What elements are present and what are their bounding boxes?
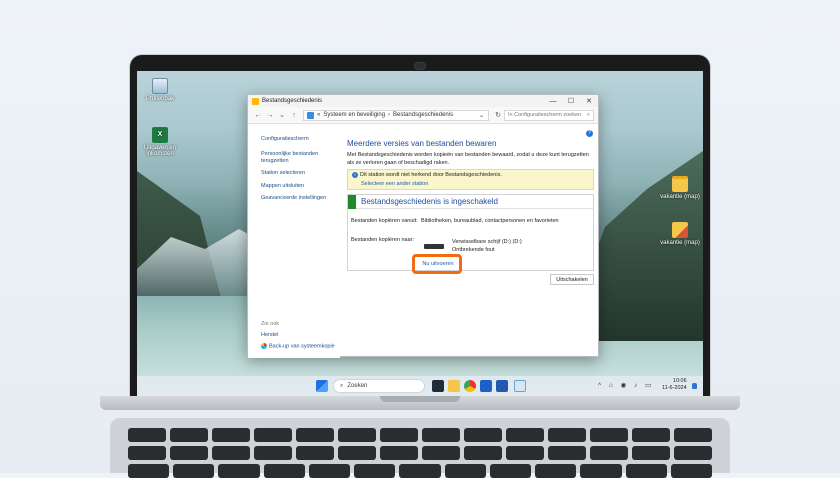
- status-title: Bestandsgeschiedenis is ingeschakeld: [361, 197, 498, 206]
- recent-locations-icon[interactable]: ⌄: [276, 111, 288, 119]
- status-header: Bestandsgeschiedenis is ingeschakeld: [348, 194, 593, 209]
- help-icon[interactable]: ?: [586, 130, 593, 137]
- clock-date: 11-6-2024: [662, 385, 687, 392]
- file-explorer-icon[interactable]: [448, 380, 460, 392]
- file-history-window: Bestandsgeschiedenis — ☐ ✕ ← → ⌄ ↑ « Sys…: [247, 94, 599, 358]
- keyboard-row: [128, 428, 712, 442]
- desktop-icon-label: vakantie (map): [660, 194, 700, 200]
- search-icon: ⌕: [586, 111, 590, 118]
- up-arrow-icon[interactable]: ↑: [288, 112, 300, 119]
- forward-arrow-icon[interactable]: →: [264, 112, 276, 119]
- address-bar: ← → ⌄ ↑ « Systeem en beveiliging › Besta…: [248, 107, 598, 124]
- breadcrumb[interactable]: « Systeem en beveiliging › Bestandsgesch…: [303, 109, 489, 121]
- background: Prullenbak X Uitgaven en inkomsten vakan…: [0, 0, 840, 478]
- chevron-down-icon[interactable]: ⌄: [479, 112, 484, 119]
- desktop-icon-folder-1[interactable]: vakantie (map): [658, 176, 702, 200]
- sidebar-item-exclude-folders[interactable]: Mappen uitsluiten: [261, 183, 340, 190]
- page-title: Meerdere versies van bestanden bewaren: [347, 139, 497, 148]
- laptop-notch: [380, 396, 460, 402]
- minimize-button[interactable]: —: [544, 95, 562, 107]
- turn-off-button[interactable]: Uitschakelen: [550, 274, 594, 285]
- breadcrumb-overflow[interactable]: «: [317, 112, 320, 118]
- search-icon: ⌕: [340, 382, 344, 389]
- refresh-icon[interactable]: ↻: [492, 111, 504, 119]
- desktop-icon-folder-2[interactable]: vakantie (map): [658, 222, 702, 246]
- folder-image-icon: [672, 222, 688, 238]
- warning-banner: i Dit station wordt niet herkend door Bes…: [347, 169, 594, 190]
- breadcrumb-item-system-security[interactable]: Systeem en beveiliging: [323, 112, 385, 118]
- sidebar-item-control-panel-home[interactable]: Configuratiescherm: [261, 136, 340, 143]
- maximize-button[interactable]: ☐: [562, 95, 580, 107]
- warning-text: Dit station wordt niet herkend door Best…: [360, 172, 502, 178]
- desktop-icon-recycle-bin[interactable]: Prullenbak: [138, 78, 182, 102]
- title-bar: Bestandsgeschiedenis — ☐ ✕: [248, 95, 598, 107]
- status-panel: Bestandsgeschiedenis is ingeschakeld Bes…: [347, 194, 594, 271]
- control-panel-icon: [307, 111, 314, 119]
- drive-icon: [424, 244, 444, 249]
- breadcrumb-item-file-history[interactable]: Bestandsgeschiedenis: [393, 112, 453, 118]
- search-placeholder: In Configuratiescherm zoeken: [508, 112, 582, 118]
- excel-file-icon: X: [152, 127, 168, 143]
- folder-icon: [672, 176, 688, 192]
- sidebar-item-advanced-settings[interactable]: Geavanceerde instellingen: [261, 195, 340, 202]
- desktop-icon-label: Uitgaven en inkomsten: [143, 145, 177, 157]
- chrome-icon[interactable]: [464, 380, 476, 392]
- search-input[interactable]: In Configuratiescherm zoeken ⌕: [504, 109, 594, 121]
- drive-name: Verwisselbare schijf (D:) (D:): [452, 239, 522, 245]
- system-tray-icons[interactable]: ^ ⌂ ◉ ♪ ▭: [598, 381, 654, 389]
- back-arrow-icon[interactable]: ←: [252, 112, 264, 119]
- clock-time: 10:06: [672, 378, 687, 384]
- page-description: Met Bestandsgeschiedenis worden kopieën …: [347, 152, 589, 166]
- system-image-backup-label: Back-up van systeemkopie: [269, 343, 335, 350]
- start-icon[interactable]: [316, 380, 328, 392]
- notification-icon[interactable]: [692, 383, 697, 389]
- taskbar-search-input[interactable]: ⌕ Zoeken: [333, 379, 425, 393]
- taskbar-search-label: Zoeken: [347, 383, 368, 389]
- copy-from-row: Bestanden kopiëren vanuit: Bibliotheken,…: [351, 218, 559, 224]
- system-image-backup-link[interactable]: Back-up van systeemkopie: [261, 343, 335, 349]
- outlook-icon[interactable]: [480, 380, 492, 392]
- desktop-icon-excel-file[interactable]: X Uitgaven en inkomsten: [138, 127, 182, 157]
- sidebar-item-select-drive[interactable]: Station selecteren: [261, 170, 340, 177]
- sidebar: Configuratiescherm Persoonlijke bestande…: [248, 124, 340, 358]
- close-button[interactable]: ✕: [580, 95, 598, 107]
- clock[interactable]: 10:06 11-6-2024: [662, 378, 687, 393]
- see-also-heading: Zie ook: [261, 321, 280, 327]
- desktop-icon-label: vakantie (map): [660, 240, 700, 246]
- status-color-bar: [348, 194, 356, 209]
- keyboard-row: [128, 464, 713, 478]
- webcam: [414, 62, 426, 70]
- window-title: Bestandsgeschiedenis: [262, 98, 323, 104]
- copy-from-label: Bestanden kopiëren vanuit:: [351, 218, 418, 224]
- run-now-highlight: [412, 254, 462, 274]
- select-other-drive-link[interactable]: Selecteer een ander station: [361, 181, 589, 187]
- task-view-icon[interactable]: [432, 380, 444, 392]
- copy-to-label: Bestanden kopiëren naar:: [351, 237, 414, 243]
- see-also-section: Zie ook Herstel Back-up van systeemkopie: [261, 321, 335, 354]
- word-icon[interactable]: [496, 380, 508, 392]
- desktop-icon-label: Prullenbak: [145, 96, 175, 102]
- info-icon: i: [352, 172, 358, 178]
- main-content: ? Meerdere versies van bestanden bewaren…: [347, 124, 597, 358]
- shield-icon: [261, 343, 267, 349]
- sidebar-item-restore-files[interactable]: Persoonlijke bestanden terugzetten: [261, 151, 340, 165]
- control-panel-taskbar-icon[interactable]: [514, 380, 526, 392]
- recycle-bin-icon: [152, 78, 168, 94]
- copy-from-value: Bibliotheken, bureaublad, contactpersone…: [421, 218, 559, 224]
- recovery-link[interactable]: Herstel: [261, 332, 335, 338]
- drive-status: Ontbrekende fout: [452, 246, 495, 253]
- keyboard-row: [128, 446, 712, 460]
- breadcrumb-separator: ›: [388, 112, 391, 118]
- app-icon: [252, 97, 259, 105]
- drive-info: Verwisselbare schijf (D:) (D:) Ontbreken…: [452, 239, 522, 255]
